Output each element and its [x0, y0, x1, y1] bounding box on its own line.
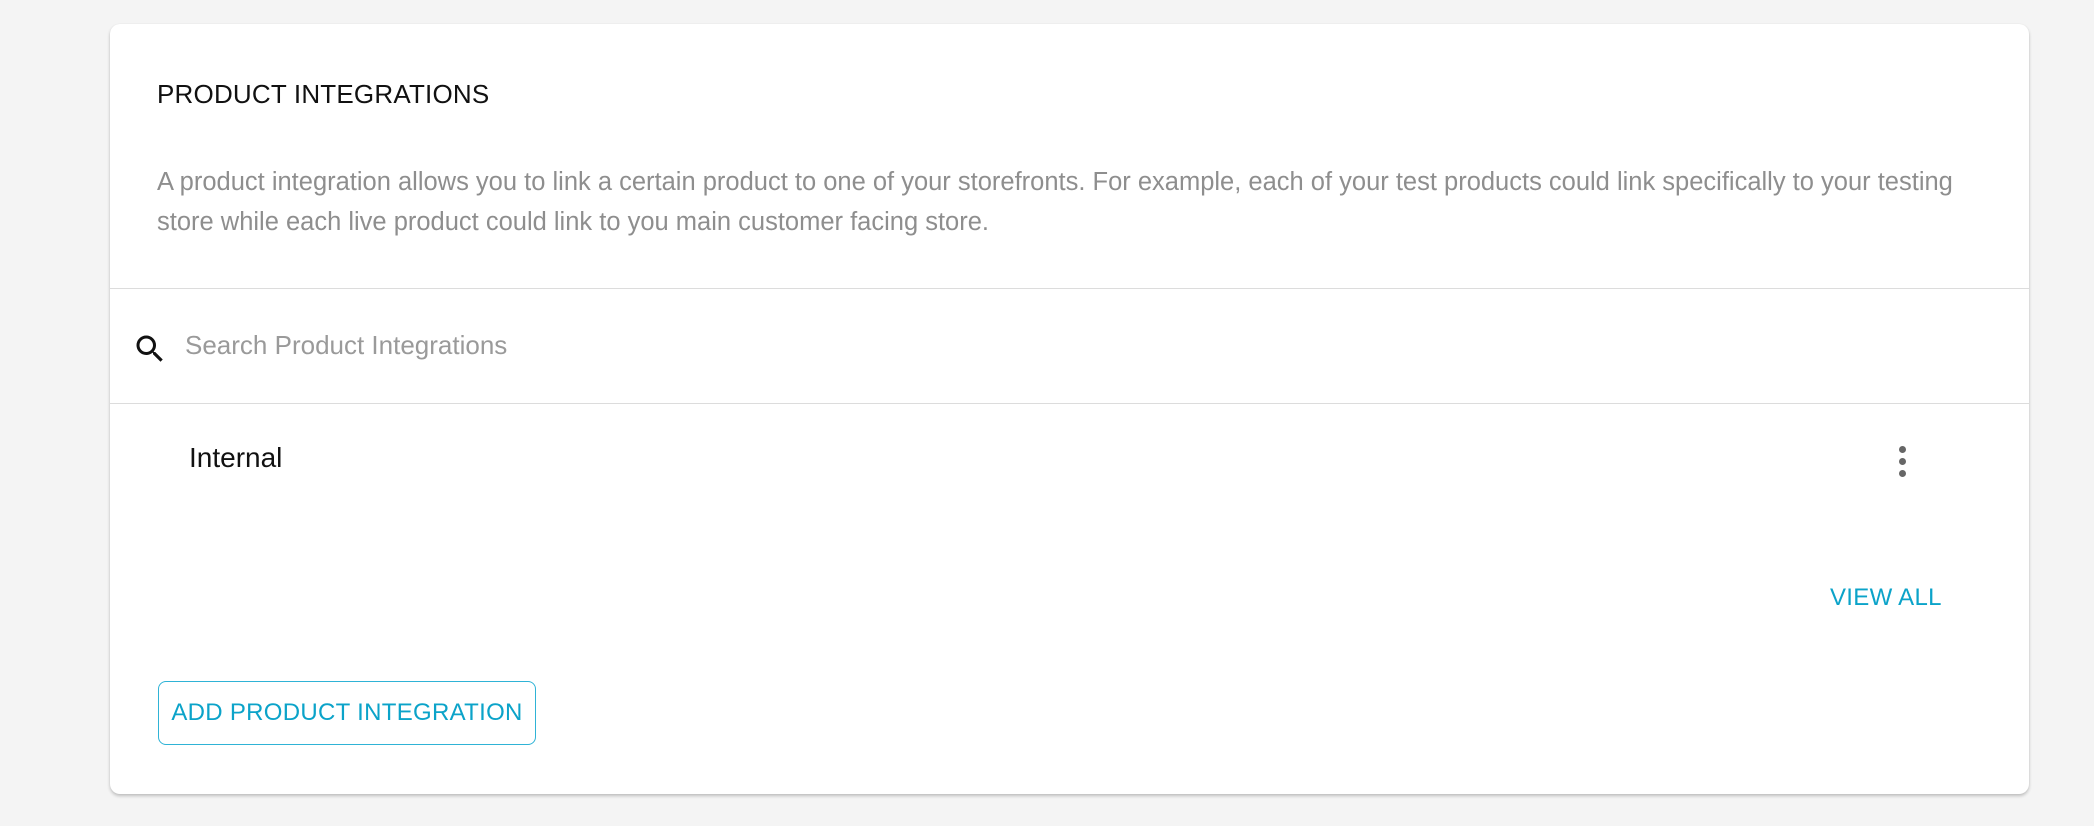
card-title: PRODUCT INTEGRATIONS [157, 79, 490, 109]
search-icon [132, 331, 168, 367]
add-product-integration-button[interactable]: ADD PRODUCT INTEGRATION [158, 681, 536, 745]
search-bar [110, 289, 2029, 404]
search-input[interactable] [185, 319, 1885, 371]
card-description: A product integration allows you to link… [157, 168, 1953, 236]
list-item-internal[interactable]: Internal [110, 404, 2029, 514]
list-item-label: Internal [189, 442, 283, 473]
product-integrations-card: PRODUCT INTEGRATIONS A product integrati… [110, 24, 2029, 794]
card-header: PRODUCT INTEGRATIONS A product integrati… [110, 24, 2029, 289]
view-all-link[interactable]: VIEW ALL [1830, 574, 2029, 622]
more-vertical-icon[interactable] [1882, 438, 1922, 486]
